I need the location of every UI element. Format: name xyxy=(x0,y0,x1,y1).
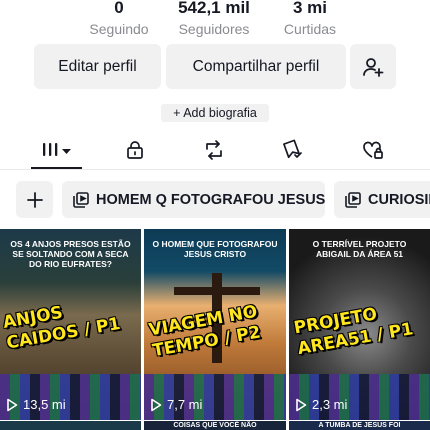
followers-label: Seguidores xyxy=(178,21,250,37)
tab-private[interactable] xyxy=(108,130,162,170)
playlist-bar: HOMEM Q FOTOGRAFOU JESUS CURIOSIDADES xyxy=(0,181,430,219)
view-count: 13,5 mi xyxy=(6,397,66,412)
add-bio-button[interactable]: + Add biografia xyxy=(161,104,269,122)
following-label: Seguindo xyxy=(89,21,149,37)
playlist-chip[interactable]: CURIOSIDADES xyxy=(334,181,430,218)
grid-icon xyxy=(40,140,74,160)
video-caption: COISAS QUE VOCÊ NÃO xyxy=(173,422,257,429)
tab-liked[interactable] xyxy=(346,130,400,170)
likes-count: 3 mi xyxy=(292,0,328,17)
video-caption: A TUMBA DE JESUS FOI xyxy=(318,422,401,429)
view-count: 2,3 mi xyxy=(295,397,347,412)
playlist-chip[interactable]: HOMEM Q FOTOGRAFOU JESUS xyxy=(62,181,325,218)
lock-icon xyxy=(124,139,146,161)
followers-count: 542,1 mil xyxy=(178,0,250,17)
tab-videos[interactable] xyxy=(30,130,84,170)
view-count-text: 2,3 mi xyxy=(312,397,348,412)
plus-icon xyxy=(26,191,44,209)
following-count: 0 xyxy=(114,0,124,17)
video-thumbnail[interactable] xyxy=(0,421,141,430)
heart-icon xyxy=(361,139,385,161)
edit-profile-button[interactable]: Editar perfil xyxy=(34,44,161,89)
profile-tabs xyxy=(0,130,430,170)
add-user-icon xyxy=(361,55,385,79)
playlist-label: HOMEM Q FOTOGRAFOU JESUS xyxy=(96,191,325,208)
video-caption: O TERRÍVEL PROJETO Abigail DA ÁREA 51 xyxy=(312,239,407,259)
playlist-icon xyxy=(72,191,90,209)
video-grid: OS 4 ANJOS PRESOS ESTÃO SE SOLTANDO COM … xyxy=(0,229,430,430)
add-playlist-button[interactable] xyxy=(16,181,53,218)
tabs-divider xyxy=(0,169,430,170)
cross-shape xyxy=(174,287,260,295)
video-thumbnail[interactable]: O TERRÍVEL PROJETO Abigail DA ÁREA 51 PR… xyxy=(289,229,430,420)
view-count-text: 13,5 mi xyxy=(23,397,66,412)
repost-icon xyxy=(202,139,226,161)
video-thumbnail[interactable]: COISAS QUE VOCÊ NÃO xyxy=(144,421,286,430)
play-icon xyxy=(6,398,18,412)
profile-stats: 0 Seguindo 542,1 mil Seguidores 3 mi Cur… xyxy=(0,0,430,42)
video-thumbnail[interactable]: O HOMEM QUE FOTOGRAFOU JESUS CRISTO VIAG… xyxy=(144,229,286,420)
tab-reposts[interactable] xyxy=(187,130,241,170)
video-thumbnail[interactable]: OS 4 ANJOS PRESOS ESTÃO SE SOLTANDO COM … xyxy=(0,229,141,420)
play-icon xyxy=(150,398,162,412)
play-icon xyxy=(295,398,307,412)
following-stat[interactable]: 0 Seguindo xyxy=(69,0,169,38)
likes-stat[interactable]: 3 mi Curtidas xyxy=(260,0,360,38)
playlist-label: CURIOSIDADES xyxy=(368,191,430,208)
view-count-text: 7,7 mi xyxy=(167,397,203,412)
view-count: 7,7 mi xyxy=(150,397,202,412)
add-friend-button[interactable] xyxy=(350,44,396,89)
video-thumbnail[interactable]: A TUMBA DE JESUS FOI xyxy=(289,421,430,430)
share-profile-button[interactable]: Compartilhar perfil xyxy=(166,44,346,89)
bookmark-icon xyxy=(281,139,305,161)
video-caption: OS 4 ANJOS PRESOS ESTÃO SE SOLTANDO COM … xyxy=(10,239,131,269)
tab-saved[interactable] xyxy=(266,130,320,170)
playlist-icon xyxy=(344,191,362,209)
likes-label: Curtidas xyxy=(283,21,337,37)
video-caption: O HOMEM QUE FOTOGRAFOU JESUS CRISTO xyxy=(152,239,278,259)
followers-stat[interactable]: 542,1 mil Seguidores xyxy=(164,0,264,38)
